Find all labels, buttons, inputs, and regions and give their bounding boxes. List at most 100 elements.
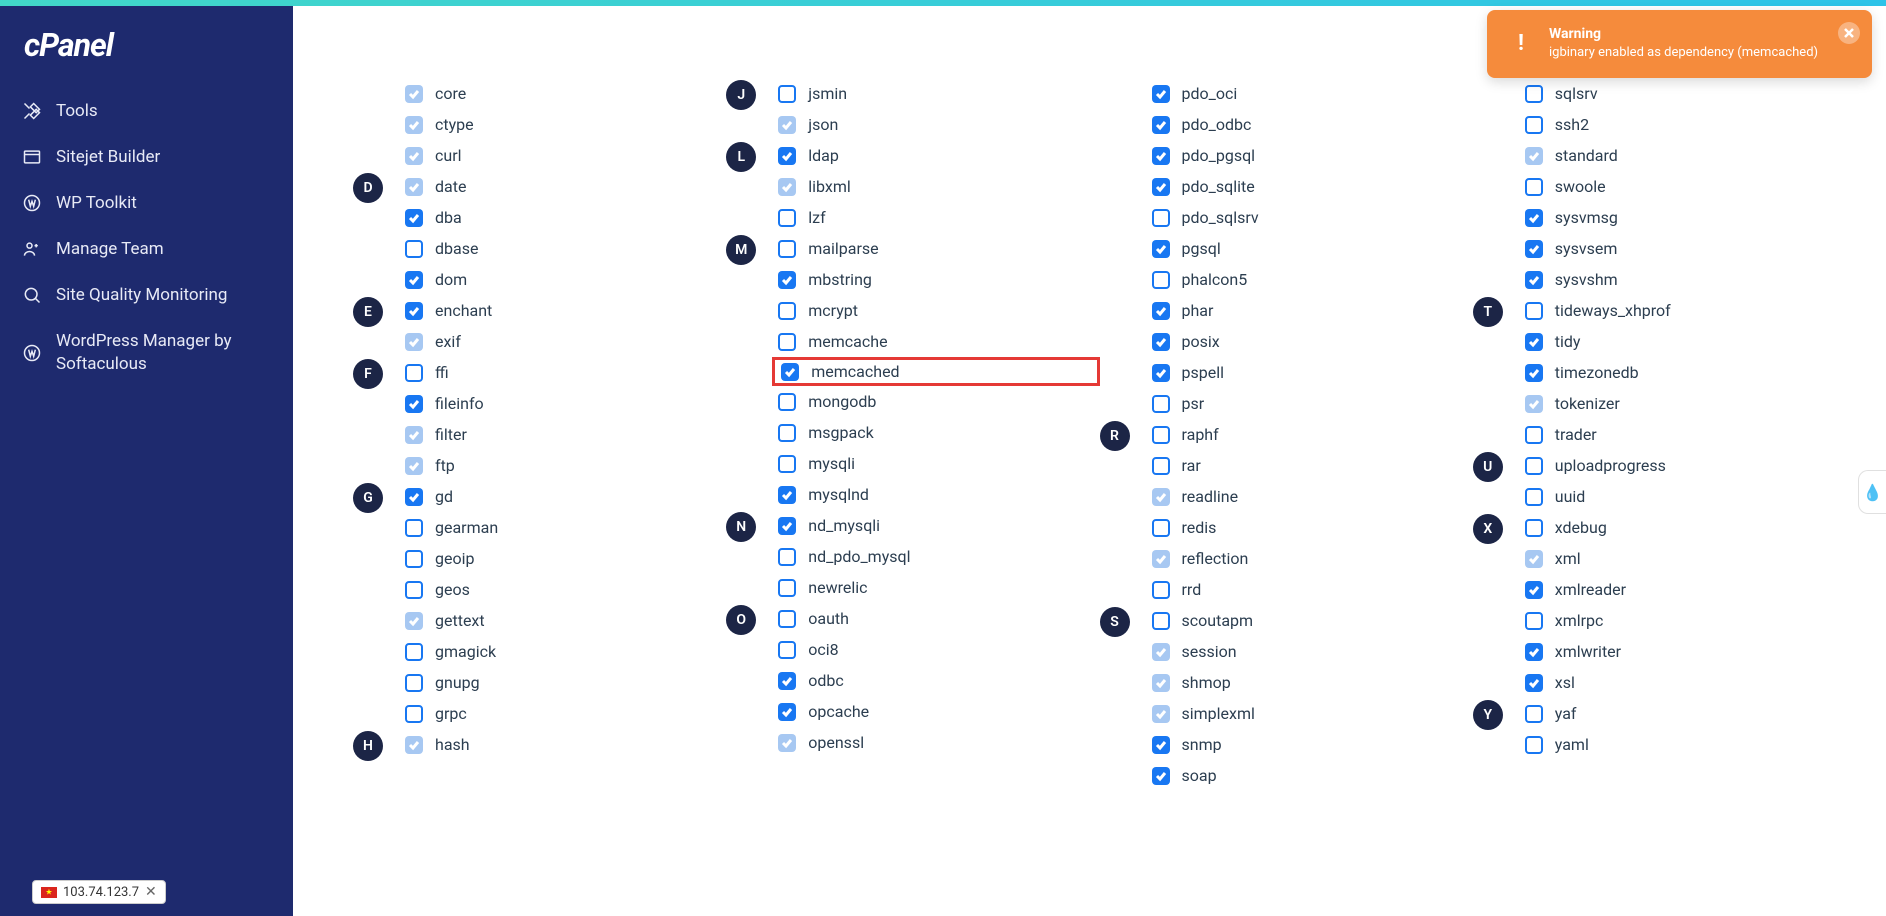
- checkbox-gnupg[interactable]: [405, 674, 423, 692]
- checkbox-grpc[interactable]: [405, 705, 423, 723]
- group-E: Eenchantexif: [353, 295, 726, 357]
- checkbox-nd_pdo_mysql[interactable]: [778, 548, 796, 566]
- checkbox-msgpack[interactable]: [778, 424, 796, 442]
- checkbox-uploadprogress[interactable]: [1525, 457, 1543, 475]
- checkbox-mcrypt[interactable]: [778, 302, 796, 320]
- checkbox-swoole[interactable]: [1525, 178, 1543, 196]
- checkbox-scoutapm[interactable]: [1152, 612, 1170, 630]
- ext-reflection: reflection: [1152, 543, 1473, 574]
- checkbox-xmlrpc[interactable]: [1525, 612, 1543, 630]
- checkbox-tideways_xhprof[interactable]: [1525, 302, 1543, 320]
- checkbox-reflection: [1152, 550, 1170, 568]
- checkbox-dba[interactable]: [405, 209, 423, 227]
- checkbox-snmp[interactable]: [1152, 736, 1170, 754]
- checkbox-oci8[interactable]: [778, 641, 796, 659]
- checkbox-rrd[interactable]: [1152, 581, 1170, 599]
- nav-item-tools[interactable]: Tools: [0, 88, 293, 134]
- checkbox-pgsql[interactable]: [1152, 240, 1170, 258]
- checkbox-sysvshm[interactable]: [1525, 271, 1543, 289]
- checkbox-sysvsem[interactable]: [1525, 240, 1543, 258]
- letter-badge-L: L: [726, 142, 756, 172]
- checkbox-phalcon5[interactable]: [1152, 271, 1170, 289]
- ext-pdo_oci: pdo_oci: [1152, 78, 1473, 109]
- checkbox-phar[interactable]: [1152, 302, 1170, 320]
- checkbox-oauth[interactable]: [778, 610, 796, 628]
- nav-label: WordPress Manager by Softaculous: [56, 330, 271, 374]
- checkbox-psr[interactable]: [1152, 395, 1170, 413]
- checkbox-pdo_pgsql[interactable]: [1152, 147, 1170, 165]
- checkbox-nd_mysqli[interactable]: [778, 517, 796, 535]
- checkbox-pspell[interactable]: [1152, 364, 1170, 382]
- checkbox-libxml: [778, 178, 796, 196]
- group-cont: sqlsrvssh2standardswoolesysvmsgsysvsemsy…: [1473, 78, 1846, 295]
- checkbox-gd[interactable]: [405, 488, 423, 506]
- checkbox-raphf[interactable]: [1152, 426, 1170, 444]
- checkbox-newrelic[interactable]: [778, 579, 796, 597]
- manageteam-icon: [22, 239, 42, 259]
- checkbox-lzf[interactable]: [778, 209, 796, 227]
- nav-item-wptoolkit[interactable]: WP Toolkit: [0, 180, 293, 226]
- checkbox-pdo_odbc[interactable]: [1152, 116, 1170, 134]
- checkbox-mongodb[interactable]: [778, 393, 796, 411]
- checkbox-geoip[interactable]: [405, 550, 423, 568]
- ext-label: dba: [435, 208, 462, 227]
- nav-item-sitejet[interactable]: Sitejet Builder: [0, 134, 293, 180]
- ext-opcache: opcache: [778, 696, 1099, 727]
- checkbox-memcached[interactable]: [781, 363, 799, 381]
- checkbox-jsmin[interactable]: [778, 85, 796, 103]
- ext-label: pdo_oci: [1182, 84, 1238, 103]
- checkbox-dbase[interactable]: [405, 240, 423, 258]
- checkbox-opcache[interactable]: [778, 703, 796, 721]
- nav-label: WP Toolkit: [56, 192, 137, 214]
- checkbox-xmlreader[interactable]: [1525, 581, 1543, 599]
- checkbox-timezonedb[interactable]: [1525, 364, 1543, 382]
- ext-ftp: ftp: [405, 450, 726, 481]
- checkbox-sqlsrv[interactable]: [1525, 85, 1543, 103]
- checkbox-mysqlnd[interactable]: [778, 486, 796, 504]
- checkbox-redis[interactable]: [1152, 519, 1170, 537]
- checkbox-yaml[interactable]: [1525, 736, 1543, 754]
- ext-label: core: [435, 84, 466, 103]
- checkbox-json: [778, 116, 796, 134]
- checkbox-memcache[interactable]: [778, 333, 796, 351]
- ext-label: date: [435, 177, 466, 196]
- ext-label: gd: [435, 487, 453, 506]
- checkbox-mailparse[interactable]: [778, 240, 796, 258]
- checkbox-pdo_sqlsrv[interactable]: [1152, 209, 1170, 227]
- toast-close-button[interactable]: [1838, 22, 1860, 44]
- checkbox-rar[interactable]: [1152, 457, 1170, 475]
- checkbox-mbstring[interactable]: [778, 271, 796, 289]
- side-widget[interactable]: 💧: [1858, 470, 1886, 514]
- checkbox-pdo_oci[interactable]: [1152, 85, 1170, 103]
- checkbox-yaf[interactable]: [1525, 705, 1543, 723]
- checkbox-geos[interactable]: [405, 581, 423, 599]
- checkbox-enchant[interactable]: [405, 302, 423, 320]
- checkbox-tidy[interactable]: [1525, 333, 1543, 351]
- nav-item-sitequality[interactable]: Site Quality Monitoring: [0, 272, 293, 318]
- checkbox-uuid[interactable]: [1525, 488, 1543, 506]
- checkbox-ldap[interactable]: [778, 147, 796, 165]
- checkbox-mysqli[interactable]: [778, 455, 796, 473]
- checkbox-ssh2[interactable]: [1525, 116, 1543, 134]
- checkbox-xmlwriter[interactable]: [1525, 643, 1543, 661]
- checkbox-ffi[interactable]: [405, 364, 423, 382]
- ext-label: ldap: [808, 146, 839, 165]
- checkbox-xdebug[interactable]: [1525, 519, 1543, 537]
- warning-toast: ! Warning igbinary enabled as dependency…: [1487, 10, 1872, 78]
- checkbox-xsl[interactable]: [1525, 674, 1543, 692]
- logo: cPanel: [0, 26, 293, 88]
- nav-item-wpmanager[interactable]: WordPress Manager by Softaculous: [0, 318, 293, 386]
- ext-label: newrelic: [808, 578, 867, 597]
- checkbox-pdo_sqlite[interactable]: [1152, 178, 1170, 196]
- nav-item-manageteam[interactable]: Manage Team: [0, 226, 293, 272]
- checkbox-posix[interactable]: [1152, 333, 1170, 351]
- checkbox-gearman[interactable]: [405, 519, 423, 537]
- checkbox-sysvmsg[interactable]: [1525, 209, 1543, 227]
- checkbox-soap[interactable]: [1152, 767, 1170, 785]
- ip-close-button[interactable]: ✕: [145, 884, 157, 900]
- checkbox-dom[interactable]: [405, 271, 423, 289]
- checkbox-fileinfo[interactable]: [405, 395, 423, 413]
- checkbox-trader[interactable]: [1525, 426, 1543, 444]
- checkbox-odbc[interactable]: [778, 672, 796, 690]
- checkbox-gmagick[interactable]: [405, 643, 423, 661]
